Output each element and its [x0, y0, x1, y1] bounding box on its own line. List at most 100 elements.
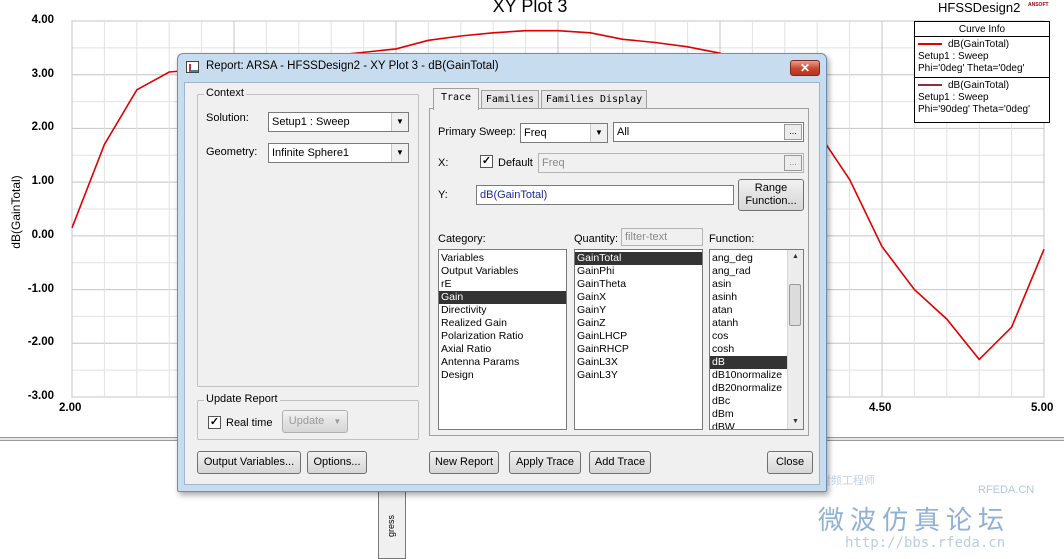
chevron-down-icon[interactable]: ▼ [590, 124, 607, 142]
legend-swatch [918, 43, 942, 46]
apply-trace-button[interactable]: Apply Trace [509, 451, 581, 474]
sweep-range-field[interactable]: All ... [613, 122, 804, 142]
default-checkbox[interactable]: ✓ [480, 155, 493, 168]
realtime-checkbox[interactable]: ✓ [208, 416, 221, 429]
function-list-item[interactable]: dBW [710, 421, 787, 429]
category-list-item[interactable]: rE [439, 278, 566, 291]
watermark-small-text: 射频工程师 [820, 475, 875, 487]
context-group: Context Solution: Setup1 : Sweep ▼ Geome… [197, 87, 419, 387]
y-expression-value: dB(GainTotal) [480, 189, 548, 201]
legend-entry[interactable]: dB(GainTotal) Setup1 : Sweep Phi='90deg'… [915, 78, 1049, 118]
quantity-list-item[interactable]: GainX [575, 291, 702, 304]
geometry-label: Geometry: [206, 146, 258, 158]
primary-sweep-select[interactable]: Freq ▼ [520, 123, 608, 143]
function-list-item[interactable]: cosh [710, 343, 787, 356]
category-list-item[interactable]: Gain [439, 291, 566, 304]
sweep-range-browse-button[interactable]: ... [784, 124, 802, 140]
quantity-filter-input[interactable]: filter-text [621, 228, 703, 246]
function-list-item[interactable]: dB [710, 356, 787, 369]
report-icon [186, 61, 199, 73]
update-report-group: Update Report ✓ Real time Update ▼ [197, 393, 419, 440]
y-label: Y: [438, 189, 448, 201]
x-tick-label: 2.00 [59, 402, 82, 414]
watermark-url: http://bbs.rfeda.cn [845, 535, 1006, 551]
close-button[interactable]: Close [767, 451, 813, 474]
tab-families-display[interactable]: Families Display [541, 90, 647, 109]
quantity-list-item[interactable]: GainTotal [575, 252, 702, 265]
function-list-item[interactable]: atanh [710, 317, 787, 330]
x-browse-button[interactable]: ... [784, 155, 802, 171]
realtime-label: Real time [226, 417, 273, 429]
output-variables-button[interactable]: Output Variables... [197, 451, 301, 474]
close-window-button[interactable]: ✕ [790, 60, 820, 76]
quantity-list-item[interactable]: GainRHCP [575, 343, 702, 356]
x-expression-value: Freq [542, 157, 565, 169]
legend-vars: Phi='90deg' Theta='0deg' [918, 104, 1030, 115]
geometry-select[interactable]: Infinite Sphere1 ▼ [268, 143, 409, 163]
y-tick-label: 2.00 [31, 121, 54, 134]
solution-value: Setup1 : Sweep [272, 116, 350, 128]
category-list-item[interactable]: Realized Gain [439, 317, 566, 330]
quantity-list-item[interactable]: GainY [575, 304, 702, 317]
tab-families[interactable]: Families [481, 90, 539, 109]
scrollbar-thumb[interactable] [789, 284, 801, 326]
quantity-list-item[interactable]: GainL3Y [575, 369, 702, 382]
function-list-item[interactable]: asin [710, 278, 787, 291]
range-function-button[interactable]: Range Function... [738, 179, 804, 211]
function-list-item[interactable]: asinh [710, 291, 787, 304]
scroll-down-icon[interactable]: ▼ [788, 415, 803, 429]
new-report-button[interactable]: New Report [429, 451, 499, 474]
category-list-item[interactable]: Variables [439, 252, 566, 265]
y-expression-field[interactable]: dB(GainTotal) [476, 185, 734, 205]
function-list-item[interactable]: dB10normalize [710, 369, 787, 382]
options-button[interactable]: Options... [307, 451, 367, 474]
x-expression-field[interactable]: Freq ... [538, 153, 804, 173]
solution-label: Solution: [206, 112, 249, 124]
quantity-list-item[interactable]: GainL3X [575, 356, 702, 369]
y-tick-label: -2.00 [27, 336, 54, 349]
trace-tab-panel: Primary Sweep: Freq ▼ All ... X: ✓ Defau… [429, 108, 809, 436]
category-label: Category: [438, 233, 486, 245]
quantity-list-item[interactable]: GainTheta [575, 278, 702, 291]
function-list-item[interactable]: cos [710, 330, 787, 343]
function-list-scrollbar[interactable]: ▲ ▼ [787, 250, 803, 429]
category-list-item[interactable]: Antenna Params [439, 356, 566, 369]
function-list-item[interactable]: ang_deg [710, 252, 787, 265]
tab-trace[interactable]: Trace [433, 88, 479, 110]
function-list-item[interactable]: atan [710, 304, 787, 317]
quantity-list-item[interactable]: GainLHCP [575, 330, 702, 343]
y-tick-label: -3.00 [27, 390, 54, 402]
add-trace-button[interactable]: Add Trace [589, 451, 651, 474]
function-list-item[interactable]: dBc [710, 395, 787, 408]
function-list-item[interactable]: dBm [710, 408, 787, 421]
dialog-body: Context Solution: Setup1 : Sweep ▼ Geome… [184, 82, 820, 485]
geometry-value: Infinite Sphere1 [272, 147, 350, 159]
check-icon: ✓ [209, 416, 220, 428]
legend-entry[interactable]: dB(GainTotal) Setup1 : Sweep Phi='0deg' … [915, 37, 1049, 78]
legend-swatch [918, 84, 942, 87]
category-list[interactable]: Variables Output Variables rE Gain Directivi… [438, 249, 567, 430]
chevron-down-icon[interactable]: ▼ [391, 144, 408, 162]
y-tick-label: 3.00 [31, 67, 54, 80]
quantity-list[interactable]: GainTotal GainPhi GainTheta GainX GainY GainZ… [574, 249, 703, 430]
update-button-label: Update [288, 415, 325, 427]
legend-title: Curve Info [915, 22, 1049, 37]
function-list-item[interactable]: dB20normalize [710, 382, 787, 395]
quantity-list-item[interactable]: GainPhi [575, 265, 702, 278]
update-button[interactable]: Update ▼ [282, 410, 348, 433]
category-list-item[interactable]: Directivity [439, 304, 566, 317]
quantity-list-item[interactable]: GainZ [575, 317, 702, 330]
function-list[interactable]: ang_deg ang_rad asin asinh atan atanh cos cosh d… [709, 249, 804, 430]
function-list-item[interactable]: ang_rad [710, 265, 787, 278]
category-list-item[interactable]: Polarization Ratio [439, 330, 566, 343]
x-tick-label: 5.00 [1031, 402, 1054, 414]
watermark-logo-text: 微波仿真论坛 [818, 506, 1011, 536]
dialog-titlebar[interactable]: Report: ARSA - HFSSDesign2 - XY Plot 3 -… [178, 54, 826, 80]
category-list-item[interactable]: Output Variables [439, 265, 566, 278]
category-list-item[interactable]: Axial Ratio [439, 343, 566, 356]
chevron-down-icon[interactable]: ▼ [391, 113, 408, 131]
solution-select[interactable]: Setup1 : Sweep ▼ [268, 112, 409, 132]
category-list-item[interactable]: Design [439, 369, 566, 382]
scroll-up-icon[interactable]: ▲ [788, 250, 803, 264]
legend-curve-name: dB(GainTotal) [948, 39, 1010, 50]
